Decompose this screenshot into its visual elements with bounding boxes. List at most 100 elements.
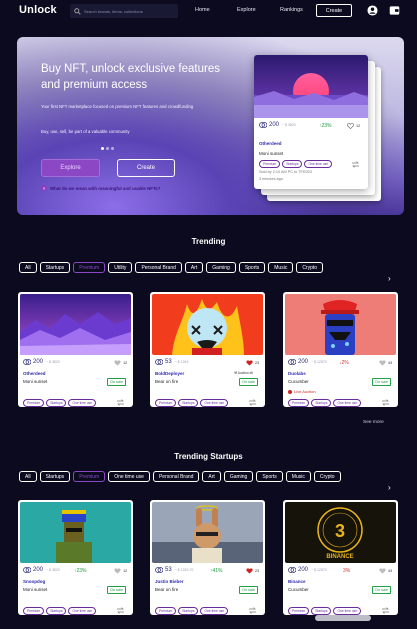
filter-chip[interactable]: Sports <box>256 471 283 482</box>
explore-button[interactable]: Explore <box>41 159 100 177</box>
filter-chip[interactable]: Gaming <box>206 262 236 273</box>
nft-card[interactable]: 200 ~ $ 3820 ↑23% 12 Snoopdog Moni sunse… <box>18 500 133 615</box>
carousel-dots[interactable] <box>101 147 114 150</box>
transfer-icon[interactable] <box>381 607 390 614</box>
filter-chip[interactable]: All <box>19 262 37 273</box>
tag[interactable]: Startups <box>311 607 332 615</box>
logo[interactable]: Unlock <box>19 4 57 16</box>
creator-name[interactable]: Justin Bieber <box>155 579 184 584</box>
tag[interactable]: One time use <box>333 607 362 615</box>
search-bar[interactable] <box>70 4 178 18</box>
filter-chip[interactable]: Music <box>285 471 311 482</box>
likes[interactable]: 23 <box>246 360 259 366</box>
filter-chip[interactable]: One time use <box>108 471 150 482</box>
tag[interactable]: Premium <box>155 607 177 615</box>
likes-count: 12 <box>356 124 361 128</box>
auction-label: ⚒ Auction ell <box>234 371 253 375</box>
creator-name[interactable]: Snoopdog <box>23 579 45 584</box>
heart-icon <box>379 360 386 366</box>
filter-chip[interactable]: Art <box>184 262 204 273</box>
nft-card[interactable]: 53 ~ $ 1243 23 BoldDeployer Bear on fire… <box>150 292 265 407</box>
likes[interactable]: 12 <box>114 360 127 366</box>
price-change: ↑41% <box>210 568 223 574</box>
featured-nft-card[interactable]: 200 ~ $ 3820 ↑23% 12 Otherdeed Moni suns… <box>254 55 368 189</box>
filter-chip[interactable]: Crypto <box>296 262 324 273</box>
nft-card[interactable]: 200 ~ $ 3820 12 Otherdeed Moni sunset On… <box>18 292 133 407</box>
likes[interactable]: 43 <box>379 568 392 574</box>
price-value: 53 <box>165 567 172 573</box>
wallet-icon[interactable] <box>389 5 400 16</box>
nft-card[interactable]: 53 ~ $ 1243.70 ↑41% 23 Justin Bieber Bea… <box>150 500 265 615</box>
creator-name[interactable]: Otherdeed <box>259 141 282 146</box>
transfer-icon[interactable] <box>248 399 257 406</box>
filter-chip[interactable]: All <box>19 471 37 482</box>
nft-image-sunset <box>254 55 368 118</box>
filter-chip[interactable]: Sports <box>238 262 266 273</box>
tag[interactable]: Premium <box>288 399 310 407</box>
tag[interactable]: One time use <box>333 399 362 407</box>
horizontal-scrollbar[interactable] <box>315 615 371 621</box>
tag[interactable]: Startups <box>46 399 67 407</box>
chevron-right-icon[interactable]: › <box>388 483 391 492</box>
account-icon[interactable] <box>367 5 378 16</box>
filter-chip[interactable]: Music <box>268 262 294 273</box>
tag[interactable]: Startups <box>178 399 199 407</box>
tag[interactable]: Startups <box>282 160 303 168</box>
nft-card[interactable]: 200 ~ $ 12670 ↓2% 43 Duolabs Cucumber On… <box>283 292 398 407</box>
filter-chip[interactable]: Art <box>202 471 221 482</box>
tag[interactable]: One time use <box>68 399 97 407</box>
tag[interactable]: Premium <box>23 607 45 615</box>
tag[interactable]: One time use <box>304 160 333 168</box>
tag[interactable]: One time use <box>200 607 229 615</box>
creator-name[interactable]: Otherdeed <box>23 371 46 376</box>
likes[interactable]: 23 <box>246 568 259 574</box>
chevron-right-icon[interactable]: › <box>388 274 391 283</box>
creator-name[interactable]: Binance <box>288 579 306 584</box>
likes[interactable]: 12 <box>114 568 127 574</box>
faq-link[interactable]: ? What do we mean with meaningful and us… <box>41 185 160 191</box>
filter-chip[interactable]: Gaming <box>223 471 254 482</box>
transfer-icon[interactable] <box>248 607 257 614</box>
nav-link-explore[interactable]: Explore <box>237 7 256 13</box>
creator-name[interactable]: Duolabs <box>288 371 306 376</box>
carousel-dot[interactable] <box>101 147 104 150</box>
nft-card[interactable]: 3 BINANCE 200 ~ $ 12670 3% 43 Binance Cu… <box>283 500 398 615</box>
filter-chip[interactable]: Personal Brand <box>135 262 182 273</box>
filter-chip[interactable]: Crypto <box>313 471 341 482</box>
transfer-icon[interactable] <box>116 607 125 614</box>
likes[interactable]: 12 <box>347 123 360 129</box>
tag[interactable]: Startups <box>46 607 67 615</box>
tag[interactable]: Premium <box>288 607 310 615</box>
hero-create-button[interactable]: Create <box>117 159 175 177</box>
carousel-dot[interactable] <box>106 147 109 150</box>
tag[interactable]: Startups <box>178 607 199 615</box>
filter-chip[interactable]: Startups <box>39 262 71 273</box>
transfer-icon[interactable] <box>381 399 390 406</box>
tag[interactable]: Premium <box>155 399 177 407</box>
creator-name[interactable]: BoldDeployer <box>155 371 184 376</box>
tag[interactable]: Premium <box>23 399 45 407</box>
filter-chip-active[interactable]: Premium <box>73 262 106 273</box>
likes[interactable]: 43 <box>379 360 392 366</box>
tag[interactable]: Premium <box>259 160 281 168</box>
price-value: 200 <box>33 567 44 573</box>
filter-chip-active[interactable]: Premium <box>73 471 106 482</box>
filter-chip[interactable]: Startups <box>39 471 71 482</box>
see-more-link[interactable]: See more <box>363 420 384 425</box>
tag[interactable]: One time use <box>200 399 229 407</box>
create-button[interactable]: Create <box>316 4 352 17</box>
heart-icon <box>114 568 121 574</box>
transfer-icon[interactable] <box>116 399 125 406</box>
hero-subdescription: Buy, use, sell, be part of a valuable co… <box>41 129 130 134</box>
nav-link-home[interactable]: Home <box>195 7 210 13</box>
tag[interactable]: One time use <box>68 607 97 615</box>
nav-link-rankings[interactable]: Rankings <box>280 7 303 13</box>
filter-chip[interactable]: Personal Brand <box>152 471 200 482</box>
tag[interactable]: Startups <box>311 399 332 407</box>
price: 200 ~ $ 12670 <box>288 359 327 365</box>
search-input[interactable] <box>84 8 176 14</box>
carousel-dot[interactable] <box>111 147 114 150</box>
filter-chip[interactable]: Utility <box>108 262 133 273</box>
transfer-icon[interactable] <box>351 161 360 168</box>
heart-icon <box>347 123 354 129</box>
